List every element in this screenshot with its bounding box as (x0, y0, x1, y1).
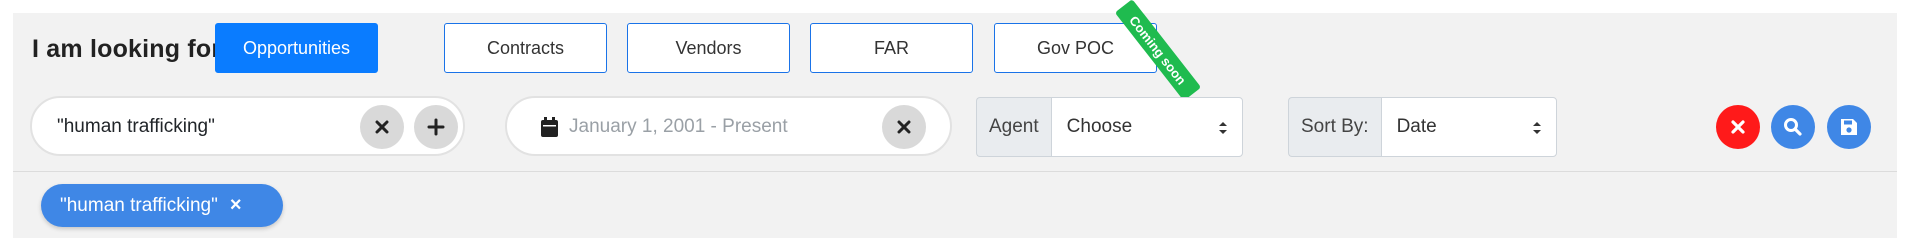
sort-label: Sort By: (1288, 97, 1381, 157)
sort-selected-value: Date (1396, 116, 1437, 137)
plus-icon (427, 118, 445, 136)
type-button-vendors[interactable]: Vendors (627, 23, 790, 73)
add-keyword-button[interactable] (414, 105, 458, 149)
agent-select[interactable]: Choose (1050, 97, 1243, 157)
section-divider (13, 171, 1897, 172)
clear-keyword-button[interactable] (360, 105, 404, 149)
type-button-opportunities[interactable]: Opportunities (215, 23, 378, 73)
close-icon (375, 120, 389, 134)
keyword-tag-chip: "human trafficking" × (41, 184, 283, 227)
date-range-field[interactable]: January 1, 2001 - Present (505, 96, 952, 156)
agent-select-group: Agent Choose (976, 97, 1243, 157)
remove-tag-icon[interactable]: × (230, 194, 242, 217)
sort-select-group: Sort By: Date (1288, 97, 1557, 157)
keyword-search-value: "human trafficking" (57, 116, 215, 137)
type-selector-row: I am looking for . . . Opportunities Con… (13, 0, 1897, 101)
select-arrows-icon (1218, 122, 1227, 134)
agent-selected-value: Choose (1066, 116, 1133, 137)
clear-date-button[interactable] (882, 105, 926, 149)
type-button-far[interactable]: FAR (810, 23, 973, 73)
date-range-placeholder: January 1, 2001 - Present (569, 116, 788, 137)
agent-label: Agent (976, 97, 1051, 157)
select-arrows-icon (1532, 122, 1541, 134)
save-search-button[interactable] (1827, 105, 1871, 149)
type-button-contracts[interactable]: Contracts (444, 23, 607, 73)
save-icon (1841, 119, 1857, 135)
keyword-tag-label: "human trafficking" (60, 194, 218, 216)
close-icon (897, 120, 911, 134)
sort-select[interactable]: Date (1380, 97, 1557, 157)
close-icon (1731, 120, 1745, 134)
search-button[interactable] (1771, 105, 1815, 149)
calendar-icon (541, 117, 558, 137)
search-panel: I am looking for . . . Opportunities Con… (13, 0, 1897, 238)
search-icon (1784, 118, 1802, 136)
keyword-search-field[interactable]: "human trafficking" (30, 96, 465, 156)
clear-all-button[interactable] (1716, 105, 1760, 149)
